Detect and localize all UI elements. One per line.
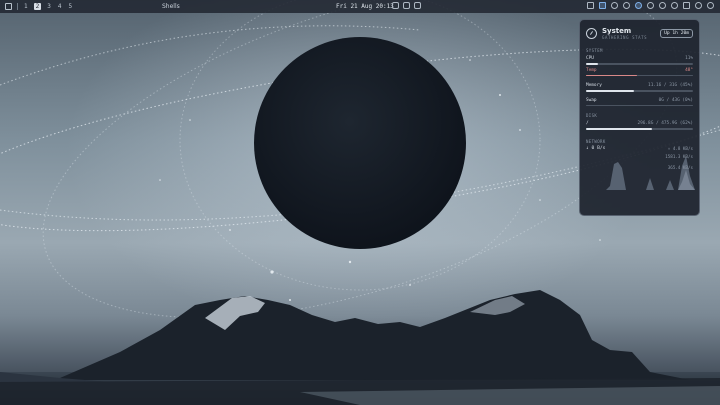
- network-up: ↑ 4.8 KB/s: [667, 145, 693, 151]
- temp-value: 48°: [685, 67, 693, 73]
- uptime-badge: Up 1h 20m: [660, 28, 693, 38]
- network-total-2: 365.4 KB/s: [667, 164, 693, 170]
- volume-icon[interactable]: [695, 2, 702, 9]
- workspace-3[interactable]: 3: [46, 3, 52, 10]
- disk-label: /: [586, 121, 589, 126]
- cpu-label: CPU: [586, 56, 594, 61]
- clock[interactable]: Fri 21 Aug 20:13: [336, 3, 394, 10]
- swap-label: Swap: [586, 97, 597, 103]
- temp-bar: [586, 74, 693, 76]
- launcher-icon[interactable]: [5, 3, 12, 10]
- cpu-bar: [586, 63, 693, 65]
- clipboard-icon[interactable]: [414, 2, 421, 9]
- widget-subtitle: GATHERING STATS: [602, 34, 648, 40]
- network-total-1: 1581.3 KB/s: [665, 153, 693, 159]
- memory-bar: [586, 90, 693, 92]
- cloud-icon[interactable]: [392, 2, 399, 9]
- widget-title: System: [602, 26, 632, 35]
- screenshot-icon[interactable]: [599, 2, 606, 9]
- section-system-label: SYSTEM: [586, 48, 603, 53]
- temp-bar-fill: [586, 74, 638, 76]
- bluetooth-icon[interactable]: [623, 2, 630, 9]
- browser-icon[interactable]: [635, 2, 642, 9]
- system-stats-widget: System GATHERING STATS Up 1h 20m SYSTEM …: [579, 19, 700, 216]
- chevron-left-icon[interactable]: [587, 2, 594, 9]
- workspace-4[interactable]: 4: [57, 3, 63, 10]
- divider: [17, 3, 18, 10]
- network-down: ↓ 0 B/s: [586, 145, 606, 151]
- temp-label: Temp: [586, 67, 597, 73]
- active-window-title: Shells: [162, 3, 180, 10]
- network-graph: ↓ 0 B/s ↑ 4.8 KB/s 1581.3 KB/s 365.4 KB/…: [586, 145, 695, 190]
- workspace-1[interactable]: 1: [23, 3, 29, 10]
- music-icon[interactable]: [659, 2, 666, 9]
- top-bar: 1 2 3 4 5 Shells Fri 21 Aug 20:13: [0, 0, 720, 13]
- disk-bar-fill: [586, 128, 653, 130]
- memory-bar-fill: [586, 90, 635, 92]
- swap-bar: [586, 104, 693, 106]
- memory-label: Memory: [586, 83, 602, 88]
- section-network-label: NETWORK: [586, 138, 606, 144]
- cpu-value: 11%: [685, 56, 693, 61]
- workspace-2[interactable]: 2: [33, 3, 42, 10]
- workspace-5[interactable]: 5: [68, 3, 74, 10]
- notes-icon[interactable]: [403, 2, 410, 9]
- battery-icon[interactable]: [683, 2, 690, 9]
- gauge-icon: [586, 27, 597, 39]
- planet: [254, 37, 466, 249]
- memory-value: 11.16 / 31G (45%): [648, 83, 693, 88]
- power-icon[interactable]: [707, 2, 714, 9]
- disk-value: 296.8G / 475.9G (62%): [637, 121, 693, 126]
- chat-icon[interactable]: [647, 2, 654, 9]
- cpu-bar-fill: [586, 63, 598, 65]
- wifi-icon[interactable]: [611, 2, 618, 9]
- shield-icon[interactable]: [671, 2, 678, 9]
- section-disk-label: DISK: [586, 113, 598, 118]
- swap-value: 0G / 43G (0%): [658, 97, 693, 103]
- disk-bar: [586, 128, 693, 130]
